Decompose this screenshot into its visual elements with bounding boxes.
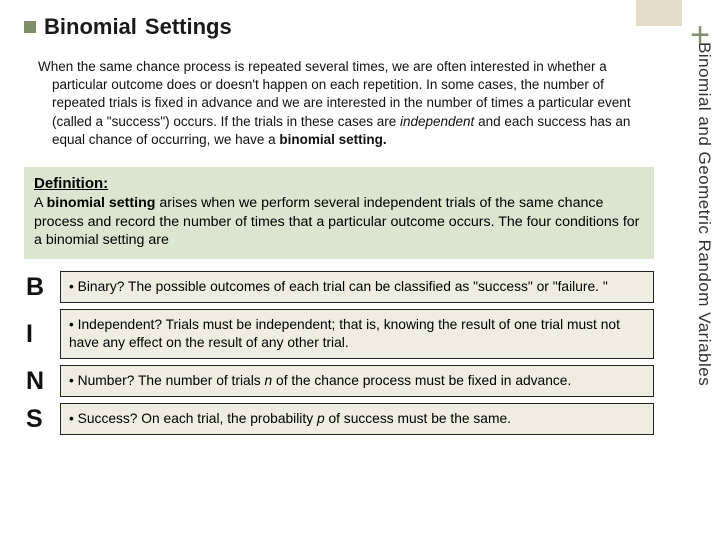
cell-text-b: of the chance process must be fixed in a… — [272, 373, 571, 388]
cell-text-b: of success must be the same. — [325, 411, 511, 426]
def-text-bold: binomial setting — [47, 195, 156, 211]
row-letter-s: S — [24, 403, 60, 435]
def-text-a: A — [34, 195, 47, 211]
definition-box: Definition: A binomial setting arises wh… — [24, 167, 654, 259]
row-cell-n: • Number? The number of trials n of the … — [60, 365, 654, 397]
row-cell-i: • Independent? Trials must be independen… — [60, 309, 654, 359]
title-word-1: Binomial — [44, 14, 137, 40]
intro-paragraph: When the same chance process is repeated… — [38, 58, 658, 149]
table-row: I • Independent? Trials must be independ… — [24, 309, 654, 359]
title-word-2: Settings — [145, 14, 232, 40]
square-bullet-icon — [24, 21, 36, 33]
intro-italic: independent — [400, 114, 474, 129]
bins-table: B • Binary? The possible outcomes of eac… — [24, 271, 654, 435]
row-letter-b: B — [24, 271, 60, 303]
cell-text: • Independent? Trials must be independen… — [69, 317, 620, 350]
cell-ital: p — [317, 411, 325, 426]
definition-body: A binomial setting arises when we perfor… — [34, 194, 644, 249]
intro-bold: binomial setting. — [279, 132, 386, 147]
slide-content: Binomial Settings When the same chance p… — [0, 0, 680, 451]
definition-heading: Definition: — [34, 175, 644, 192]
row-cell-b: • Binary? The possible outcomes of each … — [60, 271, 654, 303]
row-letter-i: I — [24, 309, 60, 359]
cell-text: • Success? On each trial, the probabilit… — [69, 411, 317, 426]
chapter-side-label: Binomial and Geometric Random Variables — [684, 36, 714, 516]
corner-accent-box — [636, 0, 682, 26]
cell-text: • Number? The number of trials — [69, 373, 265, 388]
row-cell-s: • Success? On each trial, the probabilit… — [60, 403, 654, 435]
table-row: B • Binary? The possible outcomes of eac… — [24, 271, 654, 303]
table-row: N • Number? The number of trials n of th… — [24, 365, 654, 397]
row-letter-n: N — [24, 365, 60, 397]
table-row: S • Success? On each trial, the probabil… — [24, 403, 654, 435]
cell-text: • Binary? The possible outcomes of each … — [69, 279, 608, 294]
slide-title: Binomial Settings — [24, 14, 630, 40]
